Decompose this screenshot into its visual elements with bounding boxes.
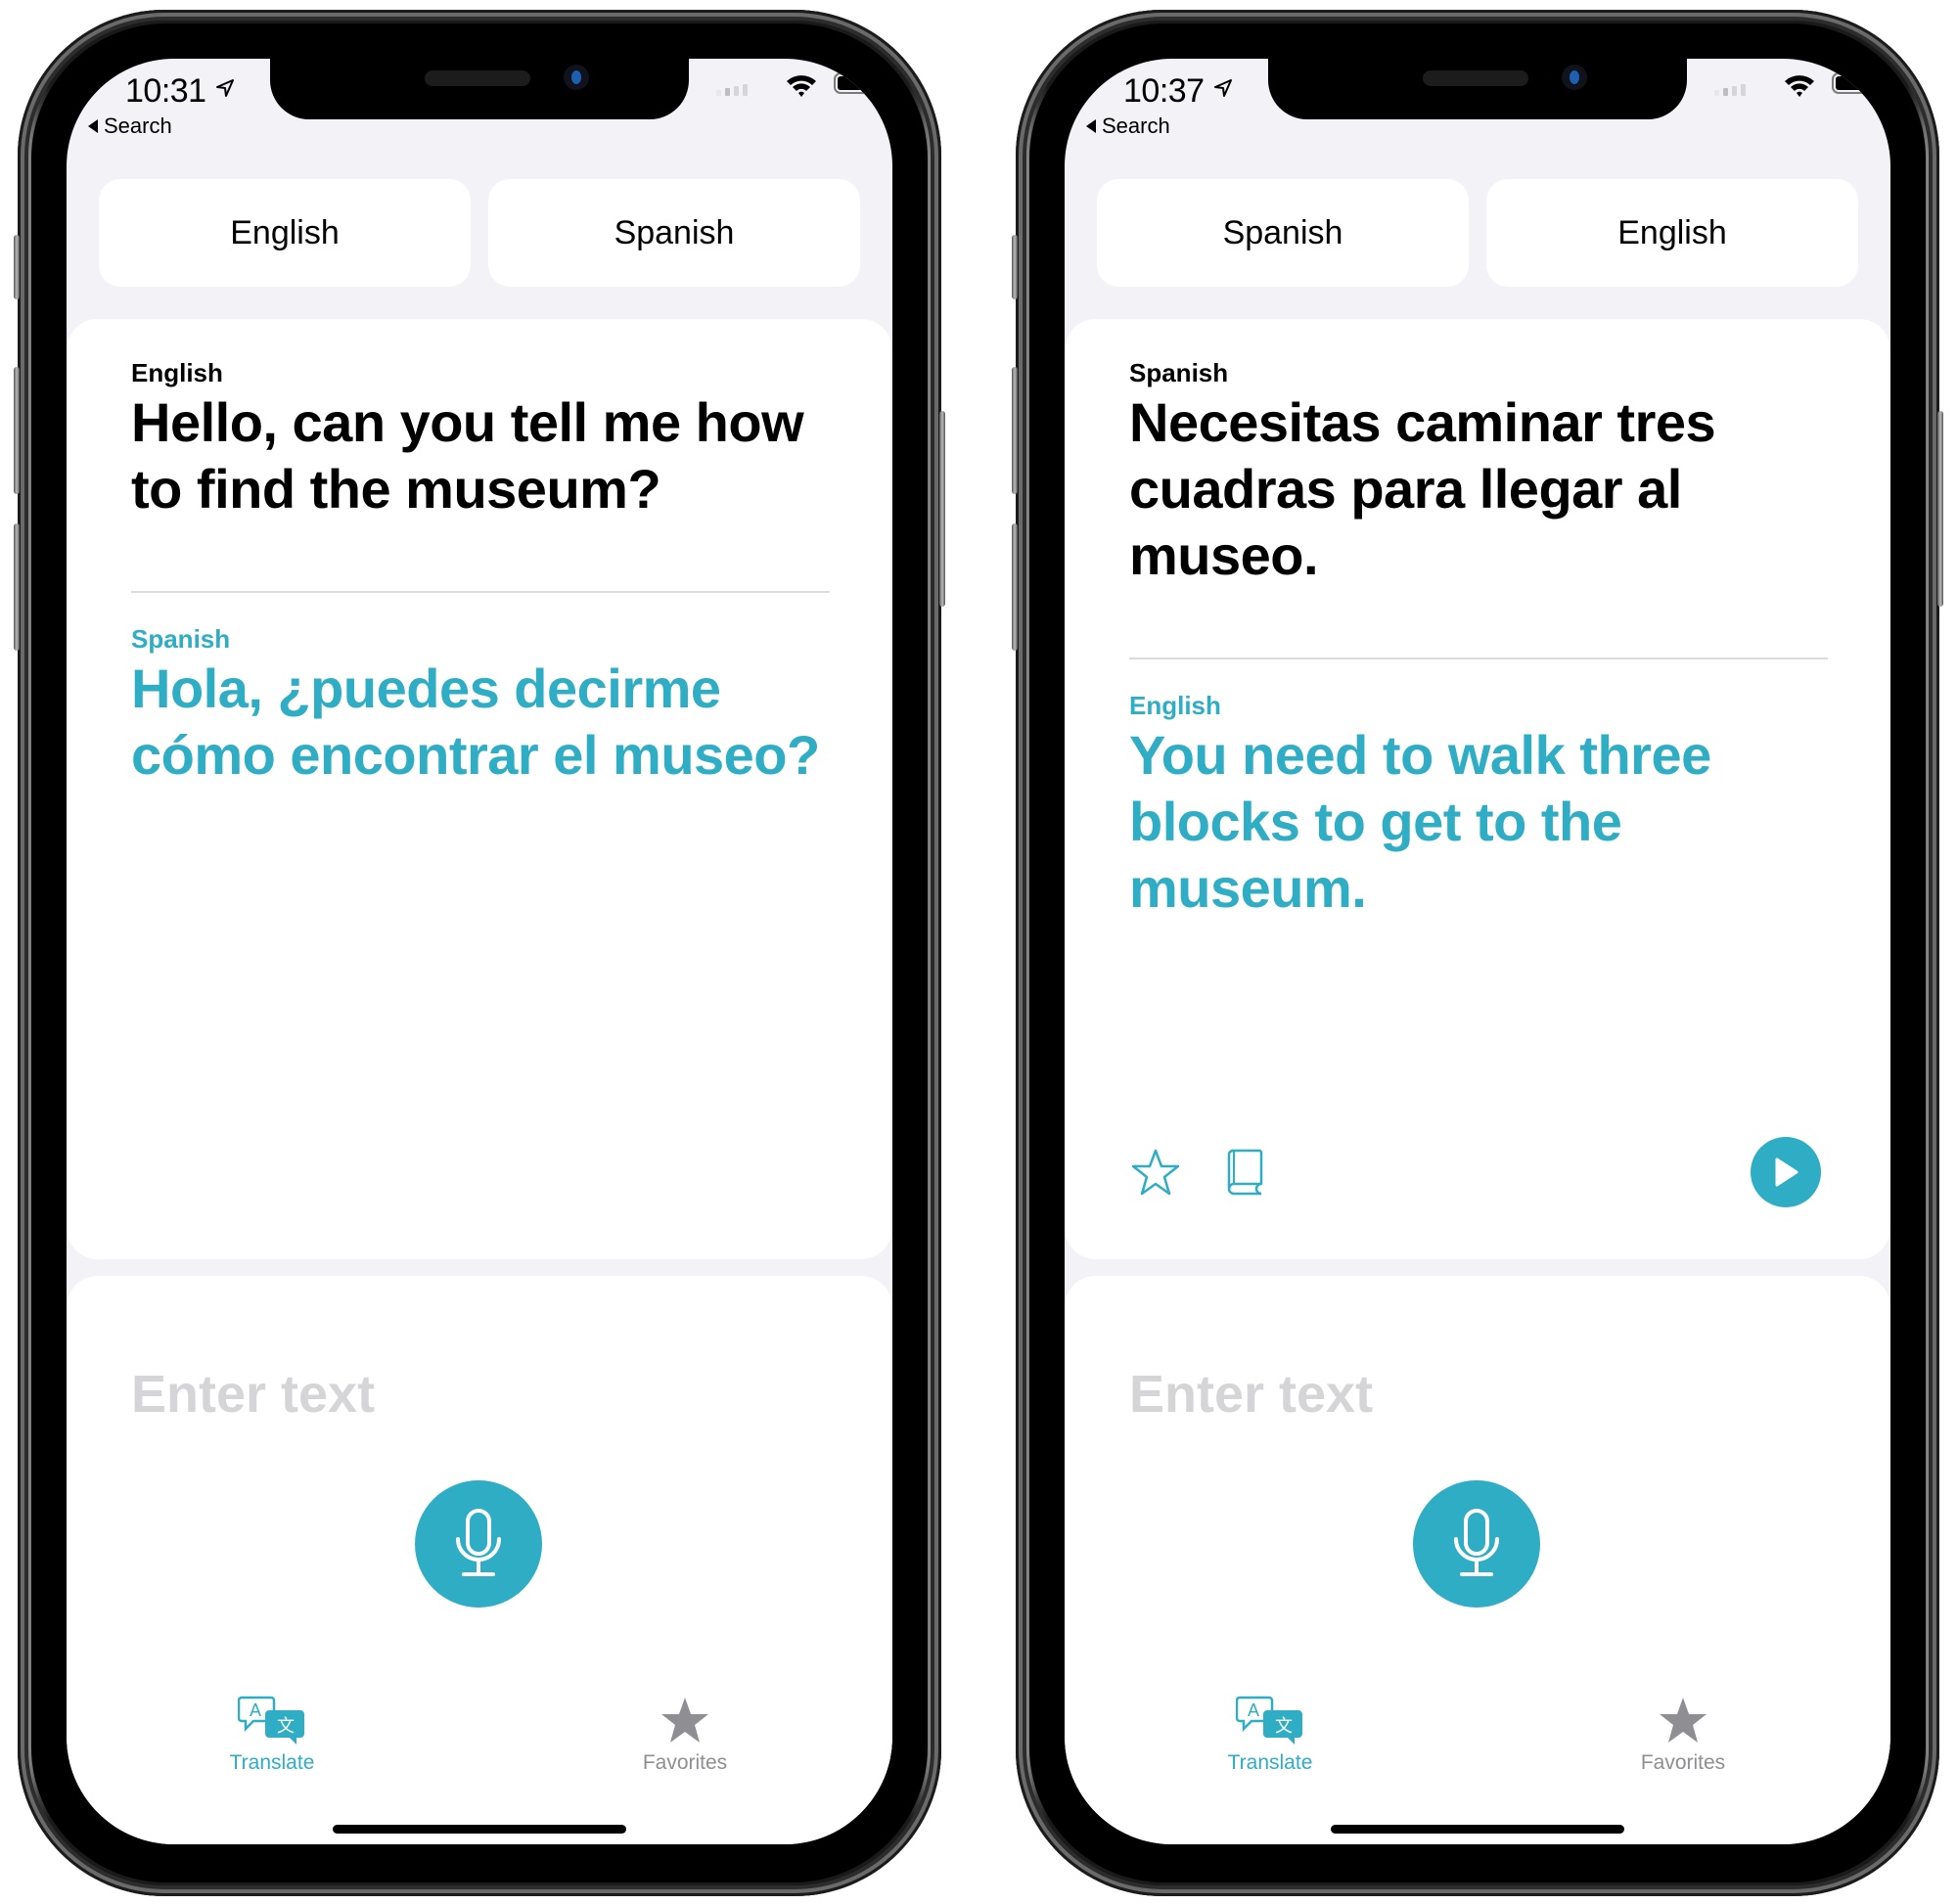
target-language-button[interactable]: English: [1486, 179, 1858, 287]
play-button[interactable]: [1751, 1137, 1821, 1207]
favorite-star-outline-icon[interactable]: [1131, 1149, 1180, 1196]
speaker-grille: [1423, 70, 1528, 86]
tab-label: Favorites: [1640, 1751, 1726, 1774]
silent-switch: [1012, 235, 1018, 299]
back-label: Search: [104, 113, 172, 138]
screen: 10:37 Search Spanish English Spanish Nec…: [1065, 59, 1890, 1844]
silent-switch: [14, 235, 20, 299]
divider: [131, 591, 830, 593]
microphone-button[interactable]: [415, 1480, 542, 1608]
volume-down-button: [14, 523, 20, 651]
cellular-signal-icon: [1714, 82, 1753, 96]
source-language-button[interactable]: Spanish: [1097, 179, 1469, 287]
phone-right: 10:37 Search Spanish English Spanish Nec…: [1012, 10, 1943, 1896]
front-camera: [564, 65, 589, 90]
screen: 10:31 Search English Spanish English Hel…: [67, 59, 892, 1844]
volume-up-button: [1012, 367, 1018, 494]
wifi-icon: [787, 75, 816, 97]
translation-card: English Hello, can you tell me how to fi…: [67, 319, 892, 1259]
translate-icon: A 文: [1236, 1696, 1302, 1745]
target-text: Hola, ¿puedes decirme cómo encontrar el …: [131, 657, 820, 786]
star-icon: [661, 1698, 708, 1743]
star-icon: [1660, 1698, 1707, 1743]
microphone-icon: [1454, 1509, 1499, 1576]
svg-text:A: A: [1248, 1700, 1259, 1720]
phone-left: 10:31 Search English Spanish English Hel…: [14, 10, 945, 1896]
location-arrow-icon: [1214, 79, 1232, 97]
cellular-signal-icon: [716, 82, 755, 96]
svg-text:文: 文: [277, 1716, 295, 1737]
side-button: [1937, 411, 1943, 607]
tab-label: Favorites: [642, 1751, 728, 1774]
back-arrow-icon: [1086, 119, 1096, 133]
status-time: 10:31: [125, 72, 206, 110]
notch: [1268, 59, 1687, 119]
target-language-label: Spanish: [131, 624, 231, 654]
location-arrow-icon: [216, 79, 234, 97]
battery-icon: [834, 72, 881, 94]
wifi-icon: [1785, 75, 1814, 97]
tab-label: Translate: [1227, 1751, 1313, 1774]
front-camera: [1562, 65, 1587, 90]
tab-translate[interactable]: A 文 Translate: [1192, 1695, 1348, 1775]
tab-translate[interactable]: A 文 Translate: [194, 1695, 350, 1775]
tab-label: Translate: [229, 1751, 315, 1774]
input-card: [1065, 1276, 1890, 1844]
volume-up-button: [14, 367, 20, 494]
home-indicator[interactable]: [1331, 1825, 1624, 1834]
target-language-button[interactable]: Spanish: [488, 179, 860, 287]
svg-text:A: A: [250, 1700, 261, 1720]
back-to-search-link[interactable]: Search: [1086, 113, 1170, 139]
divider: [1129, 657, 1828, 659]
back-arrow-icon: [88, 119, 98, 133]
svg-text:文: 文: [1275, 1716, 1293, 1737]
microphone-icon: [456, 1509, 501, 1576]
source-language-label: Spanish: [1129, 358, 1229, 387]
back-label: Search: [1102, 113, 1170, 138]
back-to-search-link[interactable]: Search: [88, 113, 172, 139]
input-card: [67, 1276, 892, 1844]
source-text: Necesitas caminar tres cuadras para lleg…: [1129, 391, 1716, 586]
tab-favorites[interactable]: Favorites: [607, 1695, 763, 1775]
target-language-label: English: [1129, 691, 1221, 720]
status-time: 10:37: [1123, 72, 1205, 110]
enter-text-input[interactable]: [131, 1364, 718, 1425]
speaker-grille: [425, 70, 530, 86]
translation-card: Spanish Necesitas caminar tres cuadras p…: [1065, 319, 1890, 1259]
microphone-button[interactable]: [1413, 1480, 1540, 1608]
notch: [270, 59, 689, 119]
tab-favorites[interactable]: Favorites: [1605, 1695, 1761, 1775]
play-icon: [1775, 1157, 1798, 1187]
source-language-label: English: [131, 358, 223, 387]
dictionary-book-icon[interactable]: [1226, 1149, 1263, 1196]
source-text: Hello, can you tell me how to find the m…: [131, 391, 804, 520]
enter-text-input[interactable]: [1129, 1364, 1716, 1425]
side-button: [939, 411, 945, 607]
volume-down-button: [1012, 523, 1018, 651]
translate-icon: A 文: [238, 1696, 304, 1745]
target-text: You need to walk three blocks to get to …: [1129, 724, 1711, 919]
source-language-button[interactable]: English: [99, 179, 471, 287]
battery-icon: [1832, 72, 1879, 94]
home-indicator[interactable]: [333, 1825, 626, 1834]
